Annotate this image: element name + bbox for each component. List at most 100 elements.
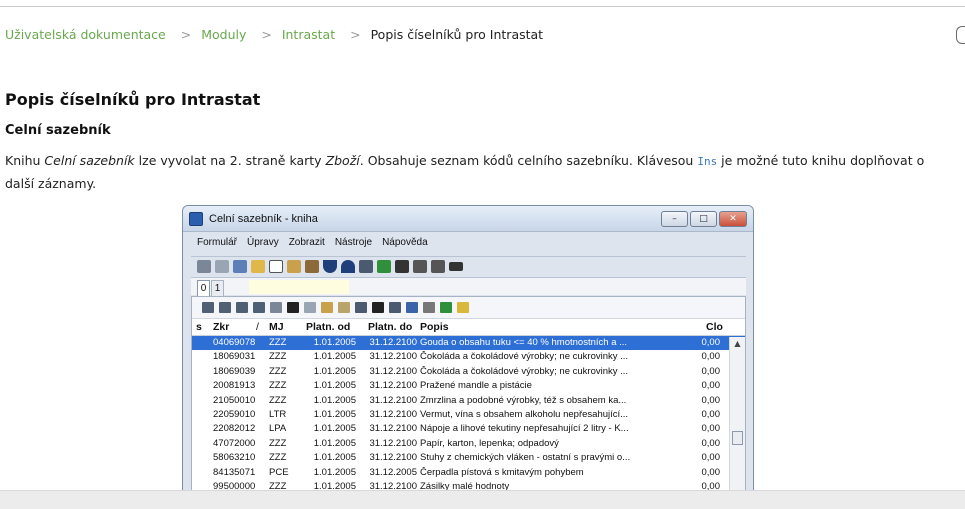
refresh-icon[interactable] bbox=[270, 302, 282, 313]
breadcrumb-separator-icon: > bbox=[180, 27, 192, 42]
cell-clo: 0,00 bbox=[701, 351, 721, 363]
next-record-icon[interactable] bbox=[236, 302, 248, 313]
list-icon[interactable] bbox=[449, 262, 463, 271]
menu-item-nastroje[interactable]: Nástroje bbox=[335, 237, 372, 255]
binoculars-icon[interactable] bbox=[287, 302, 299, 313]
cell-popis: Gouda o obsahu tuku <= 40 % hmotnostních… bbox=[420, 337, 628, 348]
cell-platn-do: 31.12.2100 bbox=[369, 437, 417, 449]
menu-item-napoveda[interactable]: Nápověda bbox=[382, 237, 428, 255]
breadcrumb-link-docs[interactable]: Uživatelská dokumentace bbox=[5, 27, 166, 42]
table-row[interactable]: 20081913 ZZZ 1.01.2005 31.12.2100 Pražené ma… bbox=[192, 379, 745, 393]
breadcrumb-link-modules[interactable]: Moduly bbox=[201, 27, 246, 42]
menu-item-formular[interactable]: Formulář bbox=[197, 237, 237, 255]
col-header-zkr[interactable]: Zkr bbox=[213, 321, 229, 333]
filter-field[interactable] bbox=[249, 280, 349, 294]
cell-zkr: 04069078 bbox=[213, 337, 256, 348]
cell-zkr: 18069031 bbox=[213, 351, 256, 363]
data-grid: s Zkr / MJ Platn. od Platn. do Popis Clo… bbox=[191, 296, 746, 504]
sort-icon[interactable] bbox=[406, 302, 418, 313]
find-replace-icon[interactable] bbox=[431, 260, 445, 273]
last-record-icon[interactable] bbox=[253, 302, 265, 313]
find-disabled-icon[interactable] bbox=[304, 302, 316, 313]
screenshot-window: Celní sazebník - kniha – □ ✕ Formulář Úp… bbox=[182, 205, 754, 505]
table-row[interactable]: 18069039 ZZZ 1.01.2005 31.12.2100 Čokoláda a… bbox=[192, 365, 745, 379]
window-titlebar: Celní sazebník - kniha – □ ✕ bbox=[183, 206, 753, 232]
arrow-down-icon[interactable] bbox=[341, 260, 355, 273]
cell-popis: Čokoláda a čokoládové výrobky; ne cukrov… bbox=[420, 351, 629, 363]
cell-platn-od: 1.01.2005 bbox=[313, 337, 356, 348]
scroll-thumb[interactable] bbox=[732, 431, 743, 445]
cell-mj: ZZZ bbox=[269, 365, 287, 377]
table-row[interactable]: 58063210 ZZZ 1.01.2005 31.12.2100 Stuhy z ch… bbox=[192, 451, 745, 465]
first-record-icon[interactable] bbox=[202, 302, 214, 313]
check-icon[interactable] bbox=[377, 260, 391, 273]
filter-record-icon[interactable] bbox=[321, 302, 333, 313]
sort-indicator-icon: / bbox=[256, 321, 259, 333]
copy-icon[interactable] bbox=[287, 260, 301, 273]
tree-icon[interactable] bbox=[423, 302, 435, 313]
para-text: Knihu bbox=[5, 153, 45, 168]
table-row[interactable]: 47072000 ZZZ 1.01.2005 31.12.2100 Papír, kar… bbox=[192, 437, 745, 451]
breadcrumb-link-intrastat[interactable]: Intrastat bbox=[282, 27, 335, 42]
cell-platn-do: 31.12.2100 bbox=[369, 452, 417, 464]
table-row[interactable]: 84135071 PCE 1.01.2005 31.12.2005 Čerpadla p… bbox=[192, 466, 745, 480]
menu-item-upravy[interactable]: Úpravy bbox=[247, 237, 279, 255]
table-row[interactable]: 04069078 ZZZ 1.01.2005 31.12.2100 Gouda o ob… bbox=[192, 336, 745, 351]
calculator-icon[interactable] bbox=[457, 302, 469, 313]
binoculars-icon[interactable] bbox=[395, 260, 409, 273]
find-next-icon[interactable] bbox=[413, 260, 427, 273]
minimize-icon[interactable]: – bbox=[661, 211, 688, 227]
book-icon[interactable] bbox=[305, 260, 319, 273]
col-header-platn-od[interactable]: Platn. od bbox=[306, 321, 350, 333]
tab-1[interactable]: 1 bbox=[211, 280, 224, 296]
form-icon[interactable] bbox=[355, 302, 367, 313]
col-header-mj[interactable]: MJ bbox=[269, 321, 284, 333]
table-row[interactable]: 18069031 ZZZ 1.01.2005 31.12.2100 Čokoláda a… bbox=[192, 350, 745, 364]
menu-item-zobrazit[interactable]: Zobrazit bbox=[289, 237, 325, 255]
filter-clear-icon[interactable] bbox=[338, 302, 350, 313]
arrow-up-icon[interactable] bbox=[323, 260, 337, 273]
prev-record-icon[interactable] bbox=[219, 302, 231, 313]
close-icon[interactable]: ✕ bbox=[719, 211, 747, 227]
columns-icon[interactable] bbox=[389, 302, 401, 313]
undo-icon[interactable] bbox=[233, 260, 247, 273]
new-document-icon[interactable] bbox=[269, 260, 283, 273]
col-header-popis[interactable]: Popis bbox=[420, 321, 449, 333]
scroll-up-icon[interactable]: ▲ bbox=[730, 337, 745, 351]
cell-zkr: 22059010 bbox=[213, 408, 256, 420]
para-emphasis: Celní sazebník bbox=[44, 153, 135, 168]
tab-0[interactable]: 0 bbox=[197, 280, 210, 296]
table-row[interactable]: 22082012 LPA 1.01.2005 31.12.2100 Nápoje a l… bbox=[192, 422, 745, 436]
cell-platn-do: 31.12.2100 bbox=[369, 423, 417, 435]
cell-platn-od: 1.01.2005 bbox=[313, 365, 356, 377]
save-icon[interactable] bbox=[197, 260, 211, 273]
col-header-clo[interactable]: Clo bbox=[706, 321, 723, 333]
form-icon[interactable] bbox=[359, 260, 373, 273]
col-header-s[interactable]: s bbox=[196, 321, 202, 333]
cell-popis: Zmrzlina a podobné výrobky, též s obsahe… bbox=[420, 394, 627, 406]
open-folder-icon[interactable] bbox=[251, 260, 265, 273]
vertical-scrollbar[interactable]: ▲ bbox=[729, 337, 745, 504]
save-as-icon[interactable] bbox=[215, 260, 229, 273]
grid-rows: 04069078 ZZZ 1.01.2005 31.12.2100 Gouda o ob… bbox=[192, 336, 745, 494]
cell-platn-do: 31.12.2100 bbox=[369, 365, 417, 377]
cell-platn-do: 31.12.2100 bbox=[369, 337, 417, 348]
table-row[interactable]: 22059010 LTR 1.01.2005 31.12.2100 Vermut, ví… bbox=[192, 408, 745, 422]
cell-mj: ZZZ bbox=[269, 380, 287, 392]
export-excel-icon[interactable] bbox=[440, 302, 452, 313]
comment-icon[interactable] bbox=[956, 26, 965, 44]
funnel-icon[interactable] bbox=[372, 302, 384, 313]
tab-strip: 0 1 bbox=[191, 277, 746, 296]
cell-platn-od: 1.01.2005 bbox=[313, 452, 356, 464]
cell-platn-od: 1.01.2005 bbox=[313, 380, 356, 392]
breadcrumb-separator-icon: > bbox=[261, 27, 272, 42]
main-toolbar bbox=[191, 256, 746, 276]
cell-zkr: 58063210 bbox=[213, 452, 256, 464]
col-header-platn-do[interactable]: Platn. do bbox=[368, 321, 412, 333]
table-row[interactable]: 21050010 ZZZ 1.01.2005 31.12.2100 Zmrzlina a… bbox=[192, 394, 745, 408]
cell-zkr: 21050010 bbox=[213, 394, 256, 406]
window-title: Celní sazebník - kniha bbox=[209, 212, 318, 225]
cell-zkr: 84135071 bbox=[213, 466, 256, 478]
maximize-icon[interactable]: □ bbox=[690, 211, 717, 227]
cell-platn-od: 1.01.2005 bbox=[313, 466, 356, 478]
